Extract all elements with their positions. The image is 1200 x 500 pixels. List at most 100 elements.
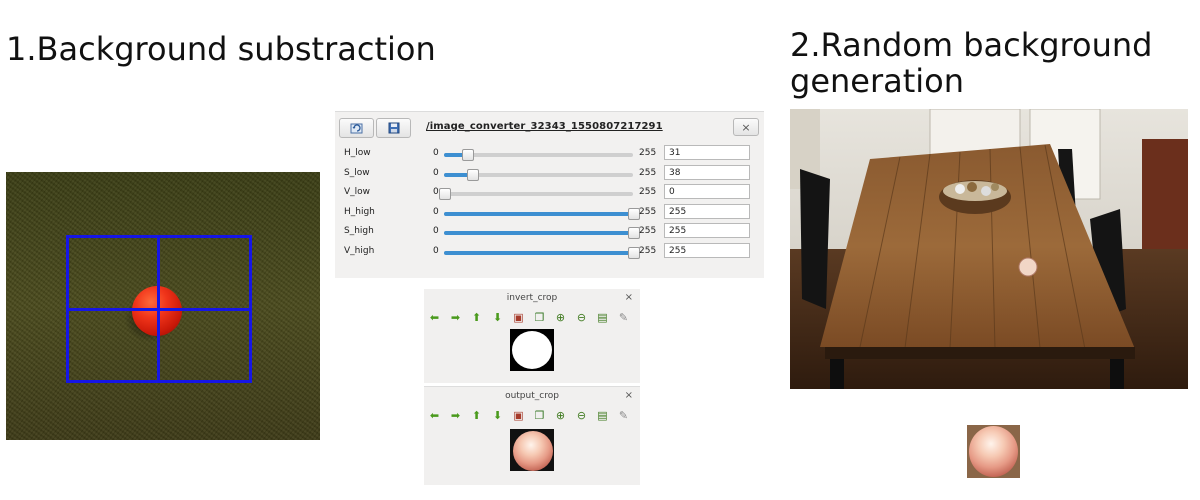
window-titlebar: invert_crop × [424,289,640,307]
cropped-ball-image [510,429,554,471]
dining-room-scene [790,109,1188,389]
close-icon: × [624,292,633,303]
fit-icon[interactable]: ❐ [533,409,546,422]
arrow-down-icon[interactable]: ⬇ [491,409,504,422]
image-icon[interactable]: ▣ [512,311,525,324]
slider-handle[interactable] [467,168,480,181]
slider-row-h-high: H_high 0 255 255 [335,203,764,224]
slider-min-label: 0 [433,148,439,158]
window-close-button[interactable]: × [625,390,633,401]
slider-label: H_high [344,206,375,217]
slider-max-label: 255 [639,148,657,158]
panel-toolbar: /image_converter_32343_1550807217291 × [335,112,764,142]
zoom-in-icon[interactable]: ⊕ [554,409,567,422]
slider-fill [444,211,633,216]
slider-value-field[interactable]: 255 [664,223,750,238]
reload-button[interactable] [339,118,374,138]
image-toolbar: ⬅ ➡ ⬆ ⬇ ▣ ❐ ⊕ ⊖ ▤ ✎ [428,311,638,325]
slider-label: V_high [344,245,375,256]
slider-value-field[interactable]: 0 [664,184,750,199]
slider-row-s-low: S_low 0 255 38 [335,164,764,185]
slider-label: S_high [344,226,374,236]
slider-value-field[interactable]: 255 [664,242,750,258]
slider-max-label: 255 [639,167,657,178]
arrow-down-icon[interactable]: ⬇ [491,311,504,324]
apple [969,426,1018,477]
grid-line-left [66,235,69,383]
slider-label: H_low [344,148,371,158]
slider-label: V_low [344,187,371,197]
inverted-mask-image [510,329,554,371]
slider-handle[interactable] [461,149,474,161]
arrow-up-icon[interactable]: ⬆ [470,409,483,422]
slider-max-label: 255 [639,206,657,217]
heading-line-1: 2.Random background [790,26,1153,64]
slider-max-label: 255 [639,245,657,256]
chair-left [800,169,830,309]
invert-crop-window: invert_crop × ⬅ ➡ ⬆ ⬇ ▣ ❐ ⊕ ⊖ ▤ ✎ [424,289,640,383]
slider-row-s-high: S_high 0 255 255 [335,223,764,243]
hsv-threshold-panel: /image_converter_32343_1550807217291 × H… [335,111,764,278]
image-icon[interactable]: ▣ [512,409,525,422]
heading-line-2: generation [790,62,965,100]
slider-min-label: 0 [433,245,439,256]
save-icon [388,122,399,134]
arrow-right-icon[interactable]: ➡ [449,409,462,422]
slider-track[interactable] [444,207,640,220]
mask-blob [512,331,552,369]
panel-close-button[interactable]: × [733,118,759,136]
slider-label: S_low [344,167,370,178]
slider-row-v-low: V_low 0 255 0 [335,184,764,204]
slider-handle[interactable] [439,188,451,200]
slider-track[interactable] [439,188,633,200]
heading-random-background: 2.Random background generation [790,27,1190,99]
brush-icon[interactable]: ✎ [617,409,630,422]
slider-min-label: 0 [433,167,439,178]
slider-value-field[interactable]: 31 [664,145,750,160]
table-leg-left [830,359,844,389]
window-titlebar: output_crop × [424,387,640,405]
slider-row-v-high: V_high 0 255 255 [335,242,764,263]
apple-thumbnail [967,425,1020,478]
grid-line-right [249,235,252,383]
table-edge [825,347,1135,359]
close-icon: × [741,120,751,134]
cropped-ball [513,431,553,471]
window-title: output_crop [505,391,559,401]
slider-min-label: 0 [433,187,439,197]
slider-max-label: 255 [639,187,657,197]
heading-background-subtraction: 1.Background substraction [6,30,436,68]
slider-fill [444,250,633,255]
arrow-left-icon[interactable]: ⬅ [428,311,441,324]
window-close-button[interactable]: × [625,292,633,303]
slider-track[interactable] [444,227,640,239]
slider-track[interactable] [444,168,633,181]
zoom-out-icon[interactable]: ⊖ [575,311,588,324]
slider-row-h-low: H_low 0 255 31 [335,145,764,165]
zoom-out-icon[interactable]: ⊖ [575,409,588,422]
brush-icon[interactable]: ✎ [617,311,630,324]
slider-min-label: 0 [433,226,439,236]
output-crop-window: output_crop × ⬅ ➡ ⬆ ⬇ ▣ ❐ ⊕ ⊖ ▤ ✎ [424,386,640,485]
save-icon[interactable]: ▤ [596,409,609,422]
slider-track[interactable] [444,246,640,259]
slider-track[interactable] [444,149,633,161]
panel-title: /image_converter_32343_1550807217291 [426,121,663,132]
arrow-up-icon[interactable]: ⬆ [470,311,483,324]
reload-icon [350,123,362,134]
zoom-in-icon[interactable]: ⊕ [554,311,567,324]
apple-on-table [1018,257,1038,277]
slider-min-label: 0 [433,206,439,217]
slider-value-field[interactable]: 255 [664,203,750,219]
dining-table-photo [790,109,1188,389]
slider-fill [444,231,633,235]
arrow-right-icon[interactable]: ➡ [449,311,462,324]
slider-value-field[interactable]: 38 [664,164,750,180]
grid-line-middle-v [157,235,160,383]
arrow-left-icon[interactable]: ⬅ [428,409,441,422]
fit-icon[interactable]: ❐ [533,311,546,324]
save-button[interactable] [376,118,411,138]
save-icon[interactable]: ▤ [596,311,609,324]
window-title: invert_crop [506,293,558,303]
image-toolbar: ⬅ ➡ ⬆ ⬇ ▣ ❐ ⊕ ⊖ ▤ ✎ [428,409,638,423]
